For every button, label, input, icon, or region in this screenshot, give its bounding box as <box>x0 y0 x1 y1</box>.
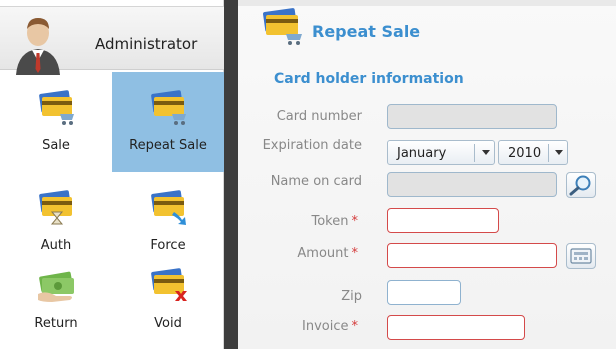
credit-cards-cart-icon <box>263 8 302 45</box>
page-title: Repeat Sale <box>312 22 421 41</box>
select-separator <box>548 144 549 162</box>
sidebar: Administrator Sale Repeat Sale Auth Forc… <box>0 0 224 349</box>
zip-input[interactable] <box>387 280 461 305</box>
select-separator <box>474 144 475 162</box>
amount-label-text: Amount <box>297 246 349 261</box>
credit-cards-hourglass-icon <box>39 190 72 225</box>
card-number-label: Card number <box>276 109 362 124</box>
token-label-text: Token <box>311 214 349 229</box>
section-title: Card holder information <box>274 71 464 87</box>
menu-item-label: Sale <box>42 138 70 153</box>
user-bar: Administrator <box>0 6 224 75</box>
menu-item-sale[interactable]: Sale <box>0 72 112 172</box>
expiration-month-value: January <box>397 146 447 161</box>
credit-cards-cart-icon <box>39 90 74 125</box>
menu-item-label: Return <box>34 316 78 331</box>
invoice-input[interactable] <box>387 315 525 340</box>
menu-item-void[interactable]: Void <box>112 250 224 349</box>
name-on-card-label: Name on card <box>270 174 362 189</box>
card-lookup-button[interactable] <box>566 172 596 198</box>
repeat-sale-window: Administrator Sale Repeat Sale Auth Forc… <box>0 0 616 349</box>
amount-label: Amount * <box>228 246 358 261</box>
expiration-year-value: 2010 <box>508 146 542 161</box>
expiration-year-select[interactable]: 2010 <box>498 140 568 165</box>
expiration-date-label: Expiration date <box>262 138 362 153</box>
main-panel: Repeat Sale Card holder information Card… <box>238 0 616 349</box>
zip-label: Zip <box>341 289 362 304</box>
calculator-icon <box>570 248 592 264</box>
chevron-down-icon <box>482 150 490 155</box>
name-on-card-input[interactable] <box>387 172 557 197</box>
token-input[interactable] <box>387 208 499 233</box>
required-marker: * <box>351 246 359 261</box>
menu-item-return[interactable]: Return <box>0 250 112 349</box>
user-name: Administrator <box>95 35 198 53</box>
credit-cards-x-icon <box>151 268 187 301</box>
menu-item-label: Void <box>154 316 182 331</box>
amount-input[interactable] <box>387 243 557 268</box>
calculator-button[interactable] <box>566 243 596 269</box>
magnifier-icon <box>569 175 591 196</box>
menu-item-repeat-sale[interactable]: Repeat Sale <box>112 72 224 172</box>
credit-cards-cart-icon <box>151 90 186 125</box>
required-marker: * <box>351 214 359 229</box>
invoice-label: Invoice * <box>228 319 358 334</box>
card-number-input[interactable] <box>387 104 557 129</box>
chevron-down-icon <box>555 150 563 155</box>
credit-cards-arrow-icon <box>151 190 186 225</box>
money-hand-icon <box>38 271 74 302</box>
required-marker: * <box>351 319 359 334</box>
user-avatar-icon <box>16 18 60 75</box>
token-label: Token * <box>228 214 359 229</box>
expiration-month-select[interactable]: January <box>387 140 495 165</box>
invoice-label-text: Invoice <box>302 319 349 334</box>
menu-item-label: Repeat Sale <box>129 138 207 153</box>
